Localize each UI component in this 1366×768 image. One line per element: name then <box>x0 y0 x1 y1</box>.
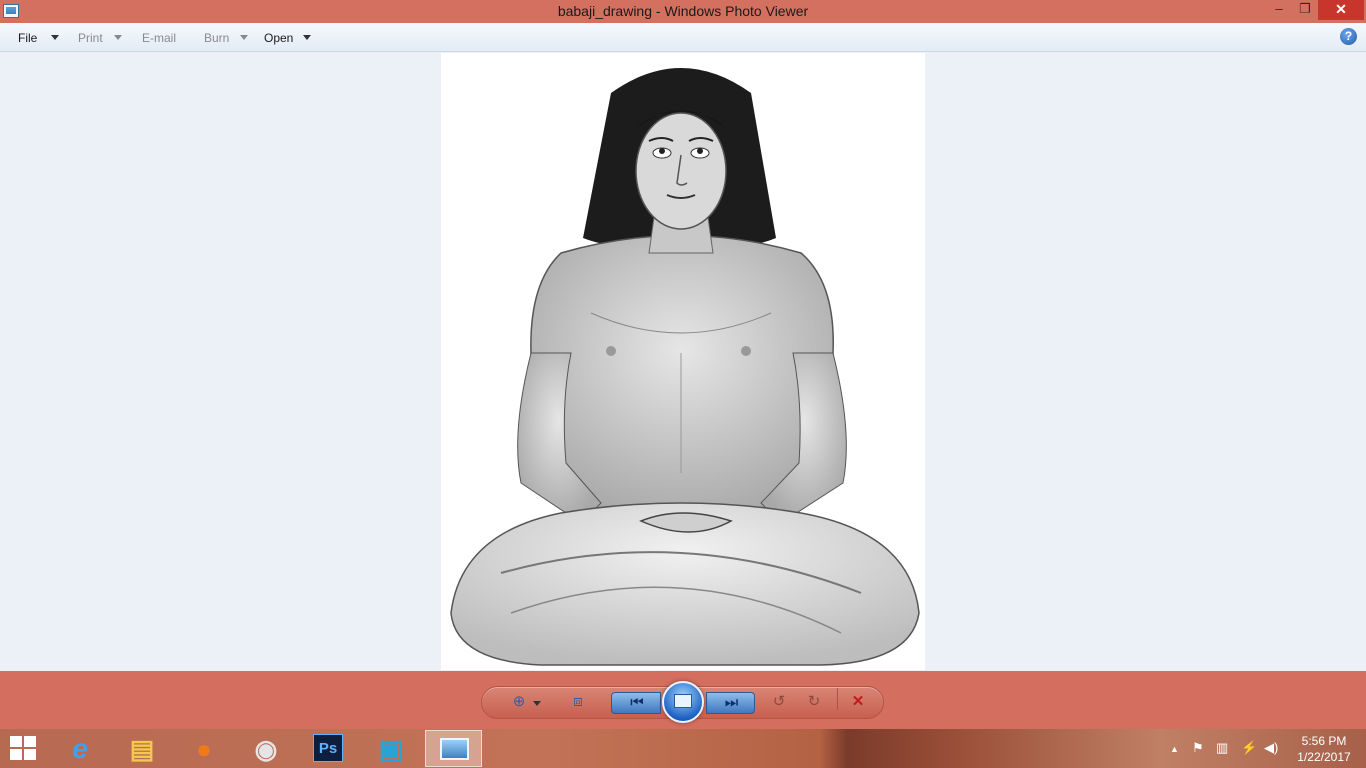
virtualbox-icon[interactable]: ▣ <box>375 733 407 765</box>
restore-button[interactable]: ❐ <box>1292 0 1318 20</box>
menu-open[interactable]: Open <box>264 31 293 45</box>
file-dropdown-caret-icon[interactable] <box>51 35 59 40</box>
rotate-counterclockwise-icon[interactable]: ↺ <box>768 692 790 712</box>
menu-burn[interactable]: Burn <box>204 31 229 45</box>
clock-time: 5:56 PM <box>1301 734 1347 748</box>
volume-icon[interactable]: ◀) <box>1264 740 1278 756</box>
burn-dropdown-caret-icon[interactable] <box>240 35 248 40</box>
print-dropdown-caret-icon[interactable] <box>114 35 122 40</box>
start-button[interactable] <box>10 736 38 762</box>
network-icon[interactable]: ▥ <box>1216 740 1228 756</box>
next-icon: ⏭ <box>724 694 739 711</box>
displayed-photo[interactable] <box>441 53 925 670</box>
rotate-clockwise-icon[interactable]: ↻ <box>803 692 825 712</box>
close-button[interactable]: ✕ <box>1318 0 1364 20</box>
next-button[interactable]: ⏭ <box>706 692 755 714</box>
taskbar-clock[interactable]: 5:56 PM 1/22/2017 <box>1290 733 1358 765</box>
window-title: babaji_drawing - Windows Photo Viewer <box>557 3 809 19</box>
controls-divider <box>837 688 838 710</box>
open-dropdown-caret-icon[interactable] <box>303 35 311 40</box>
power-icon[interactable]: ⚡ <box>1241 740 1257 756</box>
menu-file[interactable]: File <box>18 31 37 45</box>
slideshow-icon <box>674 694 692 708</box>
previous-button[interactable]: ⏮ <box>611 692 661 714</box>
menu-bar: File Print E-mail Burn Open <box>0 23 1366 52</box>
photo-viewer-taskbar-button[interactable] <box>425 730 482 767</box>
internet-explorer-icon[interactable]: e <box>64 733 96 765</box>
delete-icon[interactable]: ✕ <box>847 692 869 712</box>
photo-viewer-icon <box>440 738 469 760</box>
menu-print[interactable]: Print <box>78 31 103 45</box>
previous-icon: ⏮ <box>630 694 644 711</box>
action-center-flag-icon[interactable]: ⚑ <box>1192 740 1204 756</box>
minimize-button[interactable]: – <box>1266 0 1292 20</box>
zoom-icon[interactable]: ⊕ <box>508 692 530 712</box>
help-icon[interactable]: ? <box>1340 28 1357 45</box>
clock-date: 1/22/2017 <box>1297 750 1351 764</box>
actual-size-icon[interactable]: ⧈ <box>566 692 590 712</box>
meditating-figure-drawing <box>450 68 920 666</box>
photoshop-icon[interactable]: Ps <box>313 734 343 762</box>
show-hidden-icons-icon[interactable]: ▲ <box>1170 744 1179 754</box>
firefox-icon[interactable]: ● <box>188 733 220 765</box>
menu-email[interactable]: E-mail <box>142 31 176 45</box>
title-bar: babaji_drawing - Windows Photo Viewer – … <box>0 0 1366 23</box>
image-viewport[interactable] <box>0 52 1366 671</box>
zoom-dropdown-caret-icon[interactable] <box>533 701 541 706</box>
chrome-icon[interactable]: ◉ <box>250 733 282 765</box>
slideshow-button[interactable] <box>662 681 704 723</box>
file-explorer-icon[interactable]: ▤ <box>126 733 158 765</box>
